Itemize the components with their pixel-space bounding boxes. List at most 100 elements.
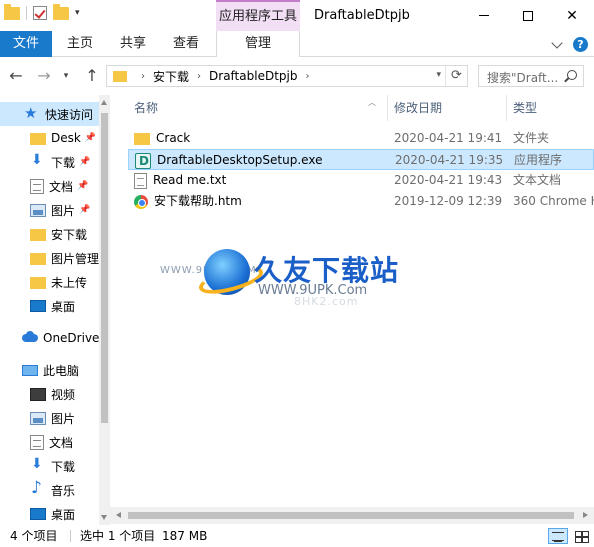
- sidebar-item-videos[interactable]: 视频: [0, 382, 99, 406]
- scrollbar-thumb[interactable]: [101, 113, 108, 423]
- sidebar-item-picture-manager[interactable]: 图片管理: [0, 246, 99, 270]
- address-history-dropdown-icon[interactable]: ▾: [436, 70, 441, 80]
- navigation-pane: 快速访问 Desk 📌 下载 📌 文档 📌 图片 📌 安下载 图片管理 未上传 …: [0, 95, 110, 525]
- breadcrumb-chevron-icon[interactable]: ›: [197, 71, 201, 82]
- expand-ribbon-icon[interactable]: [551, 37, 563, 49]
- close-button[interactable]: ✕: [550, 0, 594, 31]
- sidebar-item-pc-downloads[interactable]: 下载: [0, 454, 99, 478]
- tab-file[interactable]: 文件: [0, 31, 52, 57]
- sidebar-item-downloads[interactable]: 下载 📌: [0, 150, 99, 174]
- video-icon: [30, 387, 46, 401]
- scrollbar-thumb[interactable]: [128, 512, 574, 519]
- customize-toolbar-dropdown-icon[interactable]: ▾: [75, 8, 85, 18]
- back-arrow-icon[interactable]: ←: [6, 66, 26, 86]
- sidebar-item-documents[interactable]: 文档 📌: [0, 174, 99, 198]
- sidebar-item-music[interactable]: 音乐: [0, 478, 99, 502]
- address-bar[interactable]: › 安下载 › DraftableDtpjb › ▾ ⟳: [106, 65, 468, 87]
- context-tab-group-label: 应用程序工具: [216, 0, 300, 31]
- sidebar-item-label: 桌面: [51, 507, 76, 522]
- sidebar-item-anxiazai[interactable]: 安下载: [0, 222, 99, 246]
- sidebar-item-pc-documents[interactable]: 文档: [0, 430, 99, 454]
- details-view-icon[interactable]: [548, 528, 568, 544]
- horizontal-scrollbar[interactable]: [110, 507, 594, 524]
- sidebar-item-label: 未上传: [51, 275, 88, 290]
- scroll-left-arrow-icon[interactable]: [116, 512, 121, 518]
- sidebar-item-desk[interactable]: Desk 📌: [0, 126, 99, 150]
- file-name: DraftableDesktopSetup.exe: [157, 153, 323, 167]
- sidebar-item-desktop[interactable]: 桌面: [0, 294, 99, 318]
- file-row[interactable]: 安下载帮助.htm 2019-12-09 12:39 360 Chrome H: [128, 191, 594, 212]
- title-bar: ▾ 应用程序工具 DraftableDtpjb ✕: [0, 0, 594, 31]
- exe-icon: [135, 151, 151, 172]
- column-header-type[interactable]: 类型: [507, 95, 594, 121]
- file-date: 2019-12-09 12:39: [394, 194, 503, 208]
- file-name-cell: Crack: [134, 128, 190, 149]
- status-bar: 4 个项目 选中 1 个项目 187 MB: [0, 525, 594, 547]
- navigation-pane-scrollbar[interactable]: [99, 95, 110, 525]
- folder-icon: [30, 277, 46, 289]
- refresh-icon[interactable]: ⟳: [445, 66, 467, 86]
- download-icon: [30, 456, 46, 474]
- forward-arrow-icon[interactable]: →: [34, 66, 54, 86]
- minimize-button[interactable]: [462, 0, 506, 31]
- sidebar-item-quick-access[interactable]: 快速访问: [0, 102, 99, 126]
- tab-share[interactable]: 共享: [110, 31, 156, 57]
- sidebar-item-label: 安下载: [51, 227, 88, 242]
- file-row[interactable]: Read me.txt 2020-04-21 19:43 文本文档: [128, 170, 594, 191]
- new-folder-icon[interactable]: [53, 3, 69, 20]
- file-date: 2020-04-21 19:35: [395, 153, 504, 167]
- breadcrumb-chevron-icon[interactable]: ›: [305, 71, 309, 82]
- tab-home[interactable]: 主页: [56, 31, 104, 57]
- help-icon[interactable]: ?: [573, 37, 588, 52]
- html-file-icon: [134, 195, 148, 209]
- sidebar-item-this-pc[interactable]: 此电脑: [0, 358, 99, 382]
- file-row[interactable]: DraftableDesktopSetup.exe 2020-04-21 19:…: [128, 149, 594, 172]
- window-title: DraftableDtpjb: [314, 8, 410, 23]
- file-row[interactable]: Crack 2020-04-21 19:41 文件夹: [128, 128, 594, 149]
- file-name-cell: 安下载帮助.htm: [134, 191, 242, 212]
- scroll-up-arrow-icon[interactable]: [101, 100, 107, 105]
- scroll-down-arrow-icon[interactable]: [101, 515, 107, 520]
- up-arrow-icon[interactable]: ↑: [82, 66, 102, 86]
- file-type: 文件夹: [513, 131, 550, 145]
- divider: [26, 6, 27, 20]
- sidebar-item-pc-pictures[interactable]: 图片: [0, 406, 99, 430]
- recent-locations-dropdown-icon[interactable]: ▾: [60, 66, 72, 86]
- maximize-button[interactable]: [506, 0, 550, 31]
- sidebar-item-label: 图片管理: [51, 251, 99, 266]
- file-list: ︿ 名称 修改日期 类型 Crack 2020-04-21 19:41 文件夹 …: [110, 95, 594, 525]
- maximize-icon: [523, 10, 533, 21]
- navigation-bar: ← → ▾ ↑ › 安下载 › DraftableDtpjb › ▾ ⟳ 搜索"…: [0, 57, 594, 95]
- large-icons-view-icon[interactable]: [572, 528, 590, 544]
- breadcrumb-item[interactable]: 安下载: [153, 68, 189, 85]
- sidebar-item-pc-desktop[interactable]: 桌面: [0, 502, 99, 525]
- pin-icon: 📌: [77, 181, 89, 191]
- column-header-date[interactable]: 修改日期: [388, 95, 507, 121]
- tab-view[interactable]: 查看: [162, 31, 210, 57]
- file-name: 安下载帮助.htm: [154, 194, 242, 208]
- folder-icon[interactable]: [4, 3, 20, 20]
- star-icon: [24, 104, 40, 122]
- breadcrumb-chevron-icon[interactable]: ›: [141, 71, 145, 82]
- search-input[interactable]: 搜索"Draft...: [478, 65, 584, 87]
- divider: [70, 530, 71, 542]
- sidebar-item-not-uploaded[interactable]: 未上传: [0, 270, 99, 294]
- sidebar-item-pictures[interactable]: 图片 📌: [0, 198, 99, 222]
- music-icon: [30, 478, 46, 498]
- file-type: 360 Chrome H: [513, 194, 594, 208]
- sidebar-item-label: 音乐: [51, 483, 76, 498]
- file-name-cell: Read me.txt: [134, 170, 226, 191]
- sidebar-item-label: 下载: [51, 459, 76, 474]
- tab-manage[interactable]: 管理: [216, 31, 300, 57]
- file-type: 文本文档: [513, 173, 562, 187]
- sidebar-item-onedrive[interactable]: OneDrive: [0, 326, 99, 350]
- scroll-right-arrow-icon[interactable]: [583, 512, 588, 518]
- status-item-count: 4 个项目: [10, 529, 58, 543]
- properties-icon[interactable]: [33, 6, 47, 20]
- breadcrumb-item[interactable]: DraftableDtpjb: [209, 69, 297, 83]
- sidebar-item-label: 文档: [49, 435, 74, 450]
- column-header-name[interactable]: 名称: [128, 95, 388, 121]
- document-icon: [30, 434, 44, 450]
- desktop-icon: [30, 508, 46, 520]
- folder-icon: [113, 70, 127, 82]
